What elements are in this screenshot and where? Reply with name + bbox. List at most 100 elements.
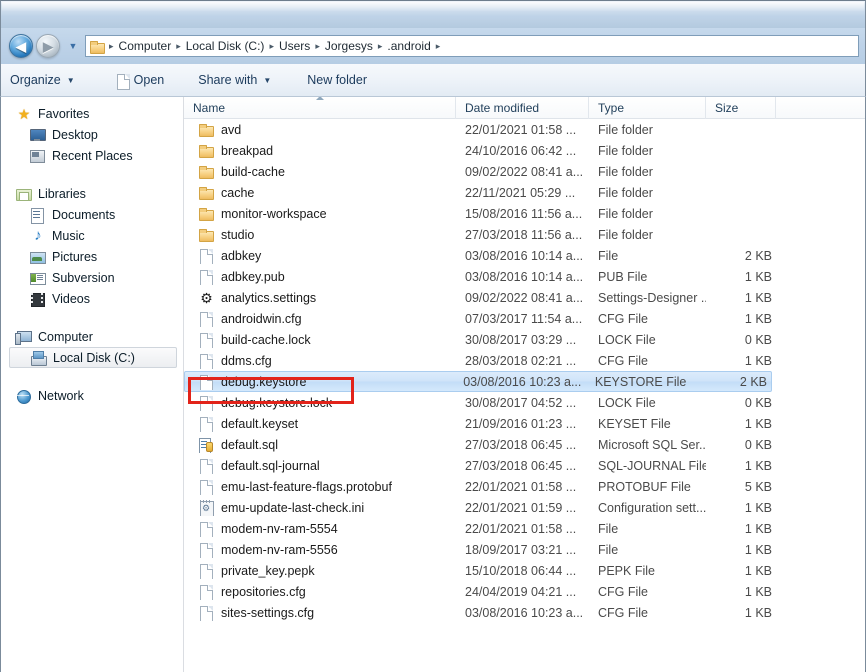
- music-icon: ♪: [34, 226, 42, 244]
- new-folder-button[interactable]: New folder: [298, 67, 376, 93]
- sidebar-item-computer[interactable]: Computer: [1, 326, 183, 347]
- cell-size: 1 KB: [744, 521, 772, 536]
- table-row[interactable]: adbkey 03/08/2016 10:14 a... File 2 KB: [184, 245, 865, 266]
- column-header-date-modified[interactable]: Date modified: [456, 97, 589, 119]
- sidebar-item-recent-places[interactable]: Recent Places: [1, 145, 183, 166]
- document-icon: [198, 542, 215, 558]
- file-name: adbkey.pub: [221, 269, 285, 284]
- cell-date-modified: 18/09/2017 03:21 ...: [465, 542, 577, 557]
- sidebar-item-network[interactable]: Network: [1, 385, 183, 406]
- table-row[interactable]: monitor-workspace 15/08/2016 11:56 a... Fi…: [184, 203, 865, 224]
- table-row[interactable]: androidwin.cfg 07/03/2017 11:54 a... CFG F…: [184, 308, 865, 329]
- table-row[interactable]: build-cache.lock 30/08/2017 03:29 ... LOCK…: [184, 329, 865, 350]
- table-row[interactable]: repositories.cfg 24/04/2019 04:21 ... CFG …: [184, 581, 865, 602]
- cell-size: 1 KB: [744, 605, 772, 620]
- cell-date-modified: 22/01/2021 01:58 ...: [465, 122, 577, 137]
- breadcrumb-computer[interactable]: Computer: [116, 36, 175, 56]
- file-name: build-cache: [221, 164, 285, 179]
- cell-date-modified: 22/01/2021 01:59 ...: [465, 500, 577, 515]
- pictures-icon: [29, 249, 47, 265]
- sidebar-item-local-disk-c[interactable]: Local Disk (C:): [9, 347, 177, 368]
- folder-icon: [198, 227, 215, 243]
- cell-type: PUB File: [598, 269, 648, 284]
- recent-locations-dropdown[interactable]: ▼: [66, 36, 80, 56]
- table-row[interactable]: default.keyset 21/09/2016 01:23 ... KEYSET…: [184, 413, 865, 434]
- table-row[interactable]: cache 22/11/2021 05:29 ... File folder: [184, 182, 865, 203]
- column-header-name[interactable]: Name: [184, 97, 456, 119]
- breadcrumb-separator[interactable]: ▸: [434, 36, 443, 56]
- organize-button[interactable]: Organize ▼: [1, 67, 84, 93]
- cell-type: LOCK File: [598, 395, 656, 410]
- sidebar-item-desktop[interactable]: Desktop: [1, 124, 183, 145]
- breadcrumb-separator[interactable]: ▸: [267, 36, 276, 56]
- cell-date-modified: 24/10/2016 06:42 ...: [465, 143, 577, 158]
- document-icon: [115, 73, 130, 90]
- file-name: debug.keystore: [221, 374, 307, 389]
- table-row[interactable]: debug.keystore.lock 30/08/2017 04:52 ... L…: [184, 392, 865, 413]
- cell-name: ⚙ emu-update-last-check.ini: [184, 499, 456, 516]
- cell-name: adbkey.pub: [184, 269, 456, 285]
- table-row[interactable]: default.sql-journal 27/03/2018 06:45 ... S…: [184, 455, 865, 476]
- sort-ascending-icon: [315, 97, 324, 100]
- command-toolbar: Organize ▼ Open Share with ▼ New folder: [0, 64, 866, 97]
- sidebar-item-favorites[interactable]: ★ Favorites: [1, 103, 183, 124]
- breadcrumb-jorgesys[interactable]: Jorgesys: [322, 36, 376, 56]
- navigation-bar: ◀ ▶ ▼ ▸ Computer ▸ Local Disk (C:) ▸ Use…: [0, 28, 866, 64]
- breadcrumb-separator[interactable]: ▸: [313, 36, 322, 56]
- breadcrumb-separator[interactable]: ▸: [174, 36, 183, 56]
- column-label: Name: [193, 100, 226, 115]
- new-folder-label: New folder: [307, 73, 367, 87]
- table-row[interactable]: modem-nv-ram-5554 22/01/2021 01:58 ... Fil…: [184, 518, 865, 539]
- desktop-icon: [29, 127, 47, 143]
- share-with-button[interactable]: Share with ▼: [189, 67, 280, 93]
- column-header-size[interactable]: Size: [706, 97, 776, 119]
- sidebar-item-documents[interactable]: Documents: [1, 204, 183, 225]
- cell-name: androidwin.cfg: [184, 311, 456, 327]
- back-button[interactable]: ◀: [9, 34, 33, 58]
- open-button[interactable]: Open: [106, 67, 174, 93]
- cell-size: 1 KB: [744, 353, 772, 368]
- table-row[interactable]: studio 27/03/2018 11:56 a... File folder: [184, 224, 865, 245]
- cell-size: 2 KB: [739, 374, 767, 389]
- table-row[interactable]: ddms.cfg 28/03/2018 02:21 ... CFG File 1 KB: [184, 350, 865, 371]
- breadcrumb-local-disk[interactable]: Local Disk (C:): [183, 36, 268, 56]
- breadcrumb-users[interactable]: Users: [276, 36, 313, 56]
- cell-name: modem-nv-ram-5556: [184, 542, 456, 558]
- table-row[interactable]: avd 22/01/2021 01:58 ... File folder: [184, 119, 865, 140]
- table-row[interactable]: default.sql 27/03/2018 06:45 ... Microsoft…: [184, 434, 865, 455]
- sidebar-item-libraries[interactable]: Libraries: [1, 183, 183, 204]
- forward-button[interactable]: ▶: [36, 34, 60, 58]
- breadcrumb-android[interactable]: .android: [384, 36, 433, 56]
- table-row[interactable]: adbkey.pub 03/08/2016 10:14 a... PUB File 1…: [184, 266, 865, 287]
- sidebar-item-subversion[interactable]: Subversion: [1, 267, 183, 288]
- table-row[interactable]: sites-settings.cfg 03/08/2016 10:23 a... C…: [184, 602, 865, 623]
- table-row[interactable]: private_key.pepk 15/10/2018 06:44 ... PEPK…: [184, 560, 865, 581]
- sidebar-item-music[interactable]: ♪ Music: [1, 225, 183, 246]
- sidebar-item-pictures[interactable]: Pictures: [1, 246, 183, 267]
- table-row[interactable]: debug.keystore 03/08/2016 10:23 a... KEYST…: [184, 371, 772, 392]
- window-title-bar: [0, 0, 866, 28]
- breadcrumb-separator[interactable]: ▸: [376, 36, 385, 56]
- chevron-down-icon: ▼: [263, 75, 272, 85]
- breadcrumb-separator[interactable]: ▸: [107, 36, 116, 56]
- document-icon: [198, 521, 215, 537]
- cell-date-modified: 22/11/2021 05:29 ...: [465, 185, 576, 200]
- cell-type: KEYSET File: [598, 416, 671, 431]
- sql-icon: [198, 437, 215, 453]
- sidebar-label: Network: [38, 388, 84, 403]
- table-row[interactable]: emu-last-feature-flags.protobuf 22/01/202…: [184, 476, 865, 497]
- address-bar[interactable]: ▸ Computer ▸ Local Disk (C:) ▸ Users ▸ J…: [85, 35, 859, 57]
- folder-icon: [198, 185, 215, 201]
- table-row[interactable]: ⚙ analytics.settings 09/02/2022 08:41 a...…: [184, 287, 865, 308]
- cell-size: 1 KB: [744, 542, 772, 557]
- table-row[interactable]: build-cache 09/02/2022 08:41 a... File fol…: [184, 161, 865, 182]
- column-header-type[interactable]: Type: [589, 97, 706, 119]
- table-row[interactable]: modem-nv-ram-5556 18/09/2017 03:21 ... Fil…: [184, 539, 865, 560]
- sidebar-item-videos[interactable]: Videos: [1, 288, 183, 309]
- cell-type: Configuration sett...: [598, 500, 706, 515]
- folder-icon: [198, 122, 215, 138]
- table-row[interactable]: ⚙ emu-update-last-check.ini 22/01/2021 01:…: [184, 497, 865, 518]
- document-icon: [198, 458, 215, 474]
- table-row[interactable]: breakpad 24/10/2016 06:42 ... File folder: [184, 140, 865, 161]
- nav-group-libraries: Libraries Documents ♪ Music Pictures Sub…: [1, 183, 183, 309]
